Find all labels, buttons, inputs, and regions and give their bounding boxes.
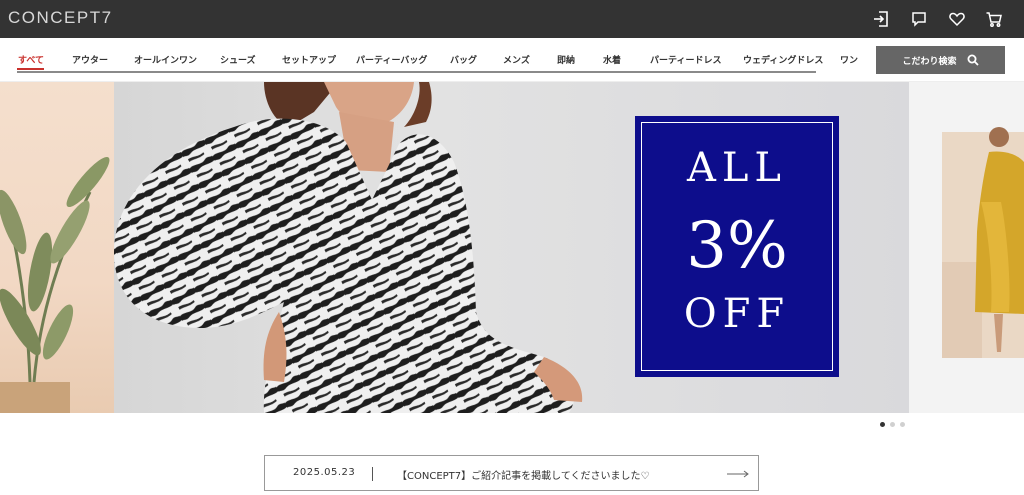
category-outer[interactable]: アウター	[72, 53, 108, 66]
search-button-label: こだわり検索	[902, 56, 957, 67]
slider-dot-1[interactable]	[880, 422, 885, 427]
category-shoes[interactable]: シューズ	[220, 53, 256, 66]
promo-percent-text: 3%	[686, 209, 788, 283]
category-all[interactable]: すべて	[18, 53, 44, 66]
hero-slider[interactable]: ALL 3% OFF	[0, 82, 1024, 413]
cart-icon[interactable]	[985, 10, 1003, 28]
category-in-stock[interactable]: 即納	[557, 53, 575, 66]
arrow-right-icon[interactable]	[727, 469, 749, 479]
category-bag[interactable]: バッグ	[450, 53, 477, 66]
slider-dot-2[interactable]	[890, 422, 895, 427]
news-headline[interactable]: 【CONCEPT7】ご紹介記事を掲載してくださいました♡	[397, 467, 650, 482]
search-icon	[967, 54, 979, 66]
previous-slide[interactable]	[0, 82, 114, 413]
promo-badge[interactable]: ALL 3% OFF	[635, 116, 839, 377]
category-one-piece[interactable]: ワン	[840, 53, 858, 66]
category-swimwear[interactable]: 水着	[603, 53, 621, 66]
slider-dot-3[interactable]	[900, 422, 905, 427]
category-mens[interactable]: メンズ	[503, 53, 530, 66]
category-all-in-one[interactable]: オールインワン	[134, 53, 197, 66]
promo-off-text: OFF	[683, 291, 791, 337]
promo-all-text: ALL	[686, 145, 787, 191]
news-date: 2025.05.23	[293, 467, 356, 478]
news-divider	[372, 467, 373, 481]
news-banner[interactable]: 2025.05.23 【CONCEPT7】ご紹介記事を掲載してくださいました♡	[264, 455, 759, 491]
promo-border: ALL 3% OFF	[641, 122, 833, 371]
category-list: すべて アウター オールインワン シューズ セットアップ パーティーバッグ バッ…	[0, 38, 862, 82]
plant-image	[0, 156, 110, 413]
current-slide[interactable]: ALL 3% OFF	[114, 82, 909, 413]
active-category-underline	[17, 68, 44, 70]
login-icon[interactable]	[872, 10, 890, 28]
chat-icon[interactable]	[910, 10, 928, 28]
next-slide[interactable]	[909, 82, 1024, 413]
category-scrollbar[interactable]	[17, 71, 816, 73]
model-gold-dress-image	[942, 127, 1024, 358]
category-nav: すべて アウター オールインワン シューズ セットアップ パーティーバッグ バッ…	[0, 38, 1024, 82]
slider-dots	[880, 422, 905, 427]
heart-icon[interactable]	[948, 10, 966, 28]
site-logo[interactable]: CONCEPT7	[8, 8, 113, 28]
category-party-bag[interactable]: パーティーバッグ	[356, 53, 427, 66]
category-setup[interactable]: セットアップ	[282, 53, 336, 66]
detailed-search-button[interactable]: こだわり検索	[876, 46, 1005, 74]
category-wedding-dress[interactable]: ウェディングドレス	[743, 53, 823, 66]
top-bar: CONCEPT7	[0, 0, 1024, 38]
category-party-dress[interactable]: パーティードレス	[650, 53, 721, 66]
